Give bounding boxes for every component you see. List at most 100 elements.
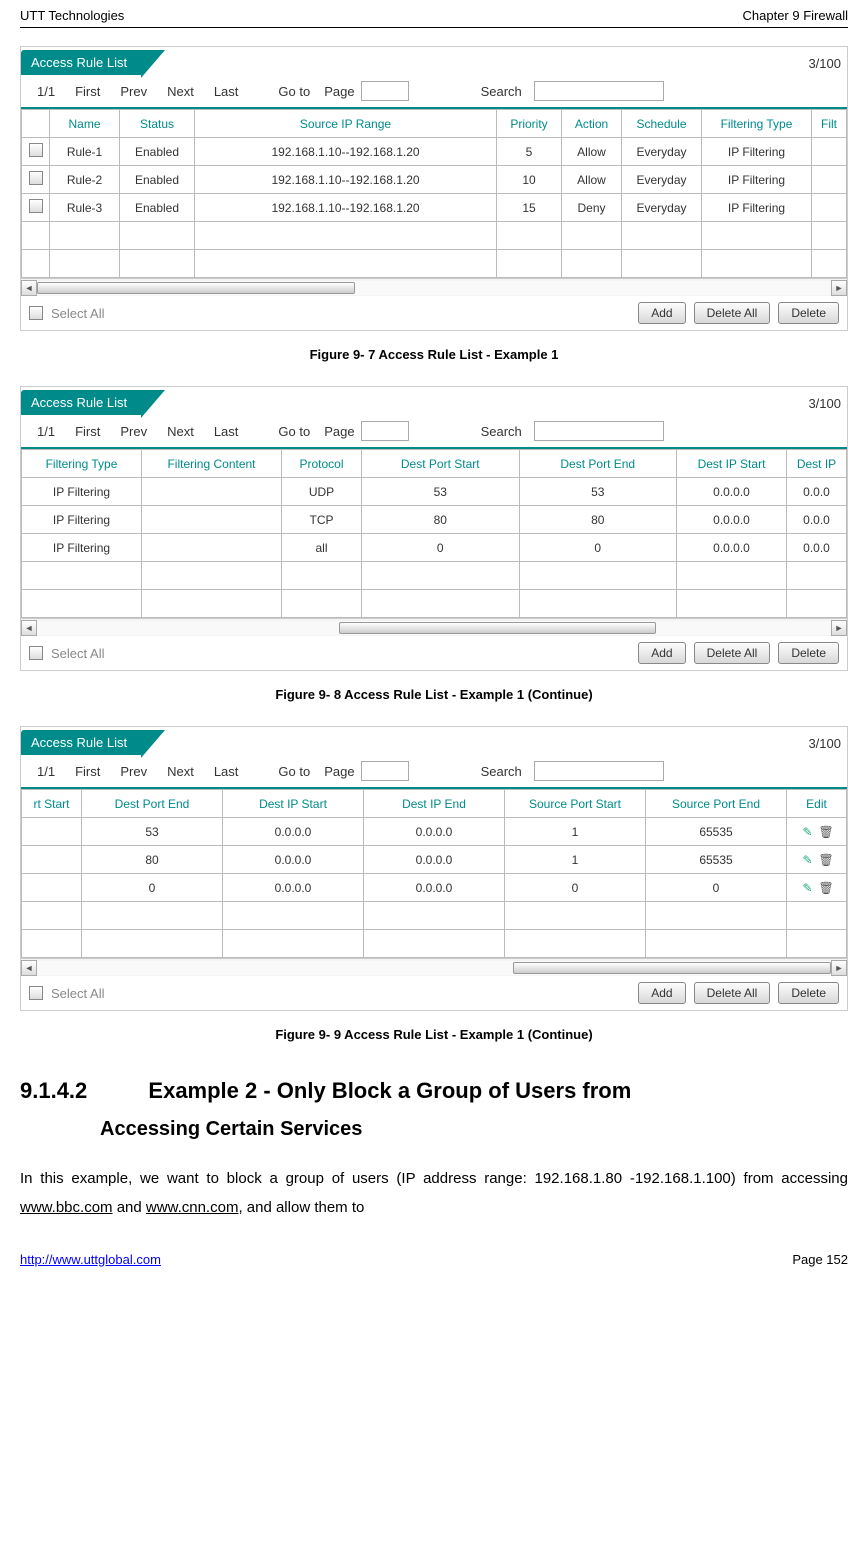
- scroll-right-icon[interactable]: ►: [831, 960, 847, 976]
- cell: Rule-2: [50, 166, 120, 194]
- col-protocol[interactable]: Protocol: [282, 450, 362, 478]
- pager-goto-label: Go to: [270, 84, 318, 99]
- pager-last[interactable]: Last: [206, 84, 247, 99]
- page-input[interactable]: [361, 761, 409, 781]
- col-filtering-content[interactable]: Filtering Content: [142, 450, 282, 478]
- link-bbc[interactable]: www.bbc.com: [20, 1199, 113, 1216]
- col-dest-port-start[interactable]: Dest Port Start: [362, 450, 520, 478]
- cell: [142, 534, 282, 562]
- col-filtering-type[interactable]: Filtering Type: [22, 450, 142, 478]
- cell: 0.0.0.0: [364, 874, 505, 902]
- trash-icon[interactable]: 🗑: [819, 853, 833, 867]
- row-checkbox[interactable]: [29, 199, 43, 213]
- col-source-port-start[interactable]: Source Port Start: [505, 790, 646, 818]
- panel-tab: Access Rule List: [21, 730, 141, 755]
- col-dest-ip[interactable]: Dest IP: [787, 450, 847, 478]
- horizontal-scrollbar[interactable]: ◄ ►: [21, 618, 847, 636]
- add-button[interactable]: Add: [638, 982, 685, 1004]
- select-all-checkbox[interactable]: [29, 986, 43, 1000]
- col-status[interactable]: Status: [120, 110, 195, 138]
- delete-button[interactable]: Delete: [778, 302, 839, 324]
- delete-button[interactable]: Delete: [778, 642, 839, 664]
- pager-next[interactable]: Next: [159, 84, 202, 99]
- search-input[interactable]: [534, 761, 664, 781]
- col-name[interactable]: Name: [50, 110, 120, 138]
- section-title-line2: Accessing Certain Services: [100, 1118, 848, 1141]
- add-button[interactable]: Add: [638, 642, 685, 664]
- link-cnn[interactable]: www.cnn.com: [146, 1199, 239, 1216]
- row-checkbox[interactable]: [29, 171, 43, 185]
- col-dest-ip-start[interactable]: Dest IP Start: [223, 790, 364, 818]
- page-input[interactable]: [361, 421, 409, 441]
- horizontal-scrollbar[interactable]: ◄ ►: [21, 958, 847, 976]
- table-row: Rule-1Enabled192.168.1.10--192.168.1.205…: [22, 138, 847, 166]
- scroll-thumb[interactable]: [37, 282, 355, 294]
- col-source-ip[interactable]: Source IP Range: [195, 110, 497, 138]
- col-filt[interactable]: Filt: [812, 110, 847, 138]
- pager-first[interactable]: First: [67, 84, 108, 99]
- cell: 0.0.0: [787, 506, 847, 534]
- scroll-left-icon[interactable]: ◄: [21, 280, 37, 296]
- row-checkbox[interactable]: [29, 143, 43, 157]
- scroll-left-icon[interactable]: ◄: [21, 620, 37, 636]
- horizontal-scrollbar[interactable]: ◄ ►: [21, 278, 847, 296]
- trash-icon[interactable]: 🗑: [819, 881, 833, 895]
- header-chapter: Chapter 9 Firewall: [743, 8, 849, 23]
- col-schedule[interactable]: Schedule: [622, 110, 702, 138]
- delete-all-button[interactable]: Delete All: [694, 302, 771, 324]
- col-action[interactable]: Action: [562, 110, 622, 138]
- record-count: 3/100: [802, 392, 847, 415]
- scroll-left-icon[interactable]: ◄: [21, 960, 37, 976]
- pager-prev[interactable]: Prev: [112, 764, 155, 779]
- search-input[interactable]: [534, 81, 664, 101]
- add-button[interactable]: Add: [638, 302, 685, 324]
- col-dest-ip-start[interactable]: Dest IP Start: [677, 450, 787, 478]
- delete-all-button[interactable]: Delete All: [694, 642, 771, 664]
- scroll-right-icon[interactable]: ►: [831, 280, 847, 296]
- delete-button[interactable]: Delete: [778, 982, 839, 1004]
- select-all-checkbox[interactable]: [29, 306, 43, 320]
- rule-table-3: rt Start Dest Port End Dest IP Start Des…: [21, 789, 847, 958]
- cell: Everyday: [622, 194, 702, 222]
- col-dest-ip-end[interactable]: Dest IP End: [364, 790, 505, 818]
- body-text: In this example, we want to block a grou…: [20, 1170, 848, 1187]
- cell: IP Filtering: [22, 534, 142, 562]
- col-filtering-type[interactable]: Filtering Type: [702, 110, 812, 138]
- footer-link[interactable]: http://www.uttglobal.com: [20, 1252, 161, 1267]
- cell: all: [282, 534, 362, 562]
- pencil-icon[interactable]: ✎: [801, 825, 815, 839]
- scroll-right-icon[interactable]: ►: [831, 620, 847, 636]
- col-dest-port-end[interactable]: Dest Port End: [519, 450, 677, 478]
- delete-all-button[interactable]: Delete All: [694, 982, 771, 1004]
- pager-prev[interactable]: Prev: [112, 424, 155, 439]
- table-row: 00.0.0.00.0.0.000✎🗑: [22, 874, 847, 902]
- pencil-icon[interactable]: ✎: [801, 881, 815, 895]
- search-input[interactable]: [534, 421, 664, 441]
- figure-caption-2: Figure 9- 8 Access Rule List - Example 1…: [20, 687, 848, 702]
- trash-icon[interactable]: 🗑: [819, 825, 833, 839]
- col-rt-start[interactable]: rt Start: [22, 790, 82, 818]
- pager-last[interactable]: Last: [206, 764, 247, 779]
- col-dest-port-end[interactable]: Dest Port End: [82, 790, 223, 818]
- pager-first[interactable]: First: [67, 424, 108, 439]
- col-source-port-end[interactable]: Source Port End: [646, 790, 787, 818]
- cell: [142, 478, 282, 506]
- scroll-thumb[interactable]: [513, 962, 831, 974]
- cell: 0.0.0.0: [677, 534, 787, 562]
- pager-next[interactable]: Next: [159, 424, 202, 439]
- col-priority[interactable]: Priority: [497, 110, 562, 138]
- access-rule-panel-2: Access Rule List 3/100 1/1 First Prev Ne…: [20, 386, 848, 671]
- select-all-checkbox[interactable]: [29, 646, 43, 660]
- panel-tab: Access Rule List: [21, 390, 141, 415]
- cell: 192.168.1.10--192.168.1.20: [195, 166, 497, 194]
- scroll-thumb[interactable]: [339, 622, 657, 634]
- cell: IP Filtering: [22, 506, 142, 534]
- pager-next[interactable]: Next: [159, 764, 202, 779]
- pager-first[interactable]: First: [67, 764, 108, 779]
- pager-last[interactable]: Last: [206, 424, 247, 439]
- cell: Everyday: [622, 138, 702, 166]
- pencil-icon[interactable]: ✎: [801, 853, 815, 867]
- page-input[interactable]: [361, 81, 409, 101]
- col-edit[interactable]: Edit: [787, 790, 847, 818]
- pager-prev[interactable]: Prev: [112, 84, 155, 99]
